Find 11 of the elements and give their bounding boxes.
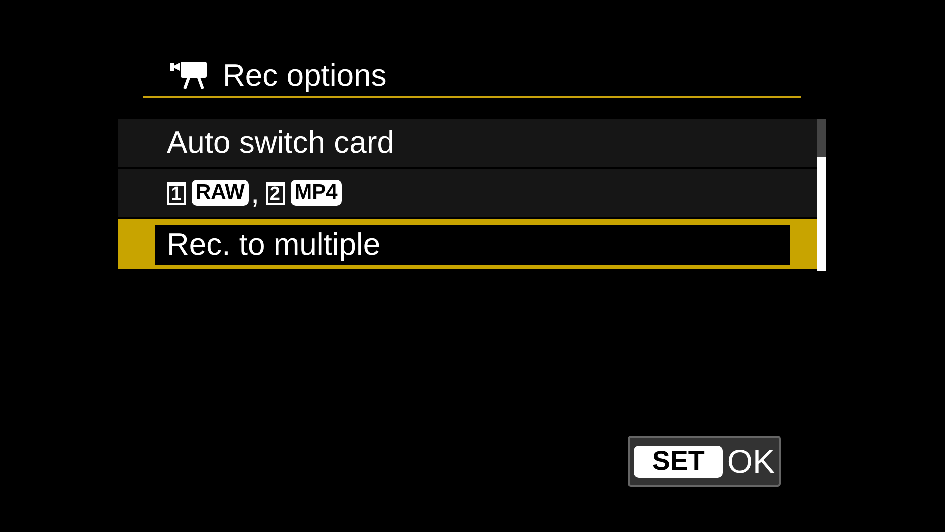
separator-text: , xyxy=(251,175,260,211)
card-slot-icon: 1 xyxy=(167,182,186,204)
set-ok-button[interactable]: SET OK xyxy=(628,436,781,487)
menu-item[interactable]: Rec. to multiple xyxy=(118,219,817,269)
card-slot-icon: 2 xyxy=(266,182,285,204)
menu-item[interactable]: Auto switch card xyxy=(118,119,817,167)
movie-camera-icon xyxy=(169,60,209,90)
menu-title: Rec options xyxy=(223,56,387,94)
format-badge: MP4 xyxy=(290,180,342,206)
format-badge: RAW xyxy=(192,180,249,206)
menu-item[interactable]: 1 RAW , 2 MP4 xyxy=(118,169,817,217)
